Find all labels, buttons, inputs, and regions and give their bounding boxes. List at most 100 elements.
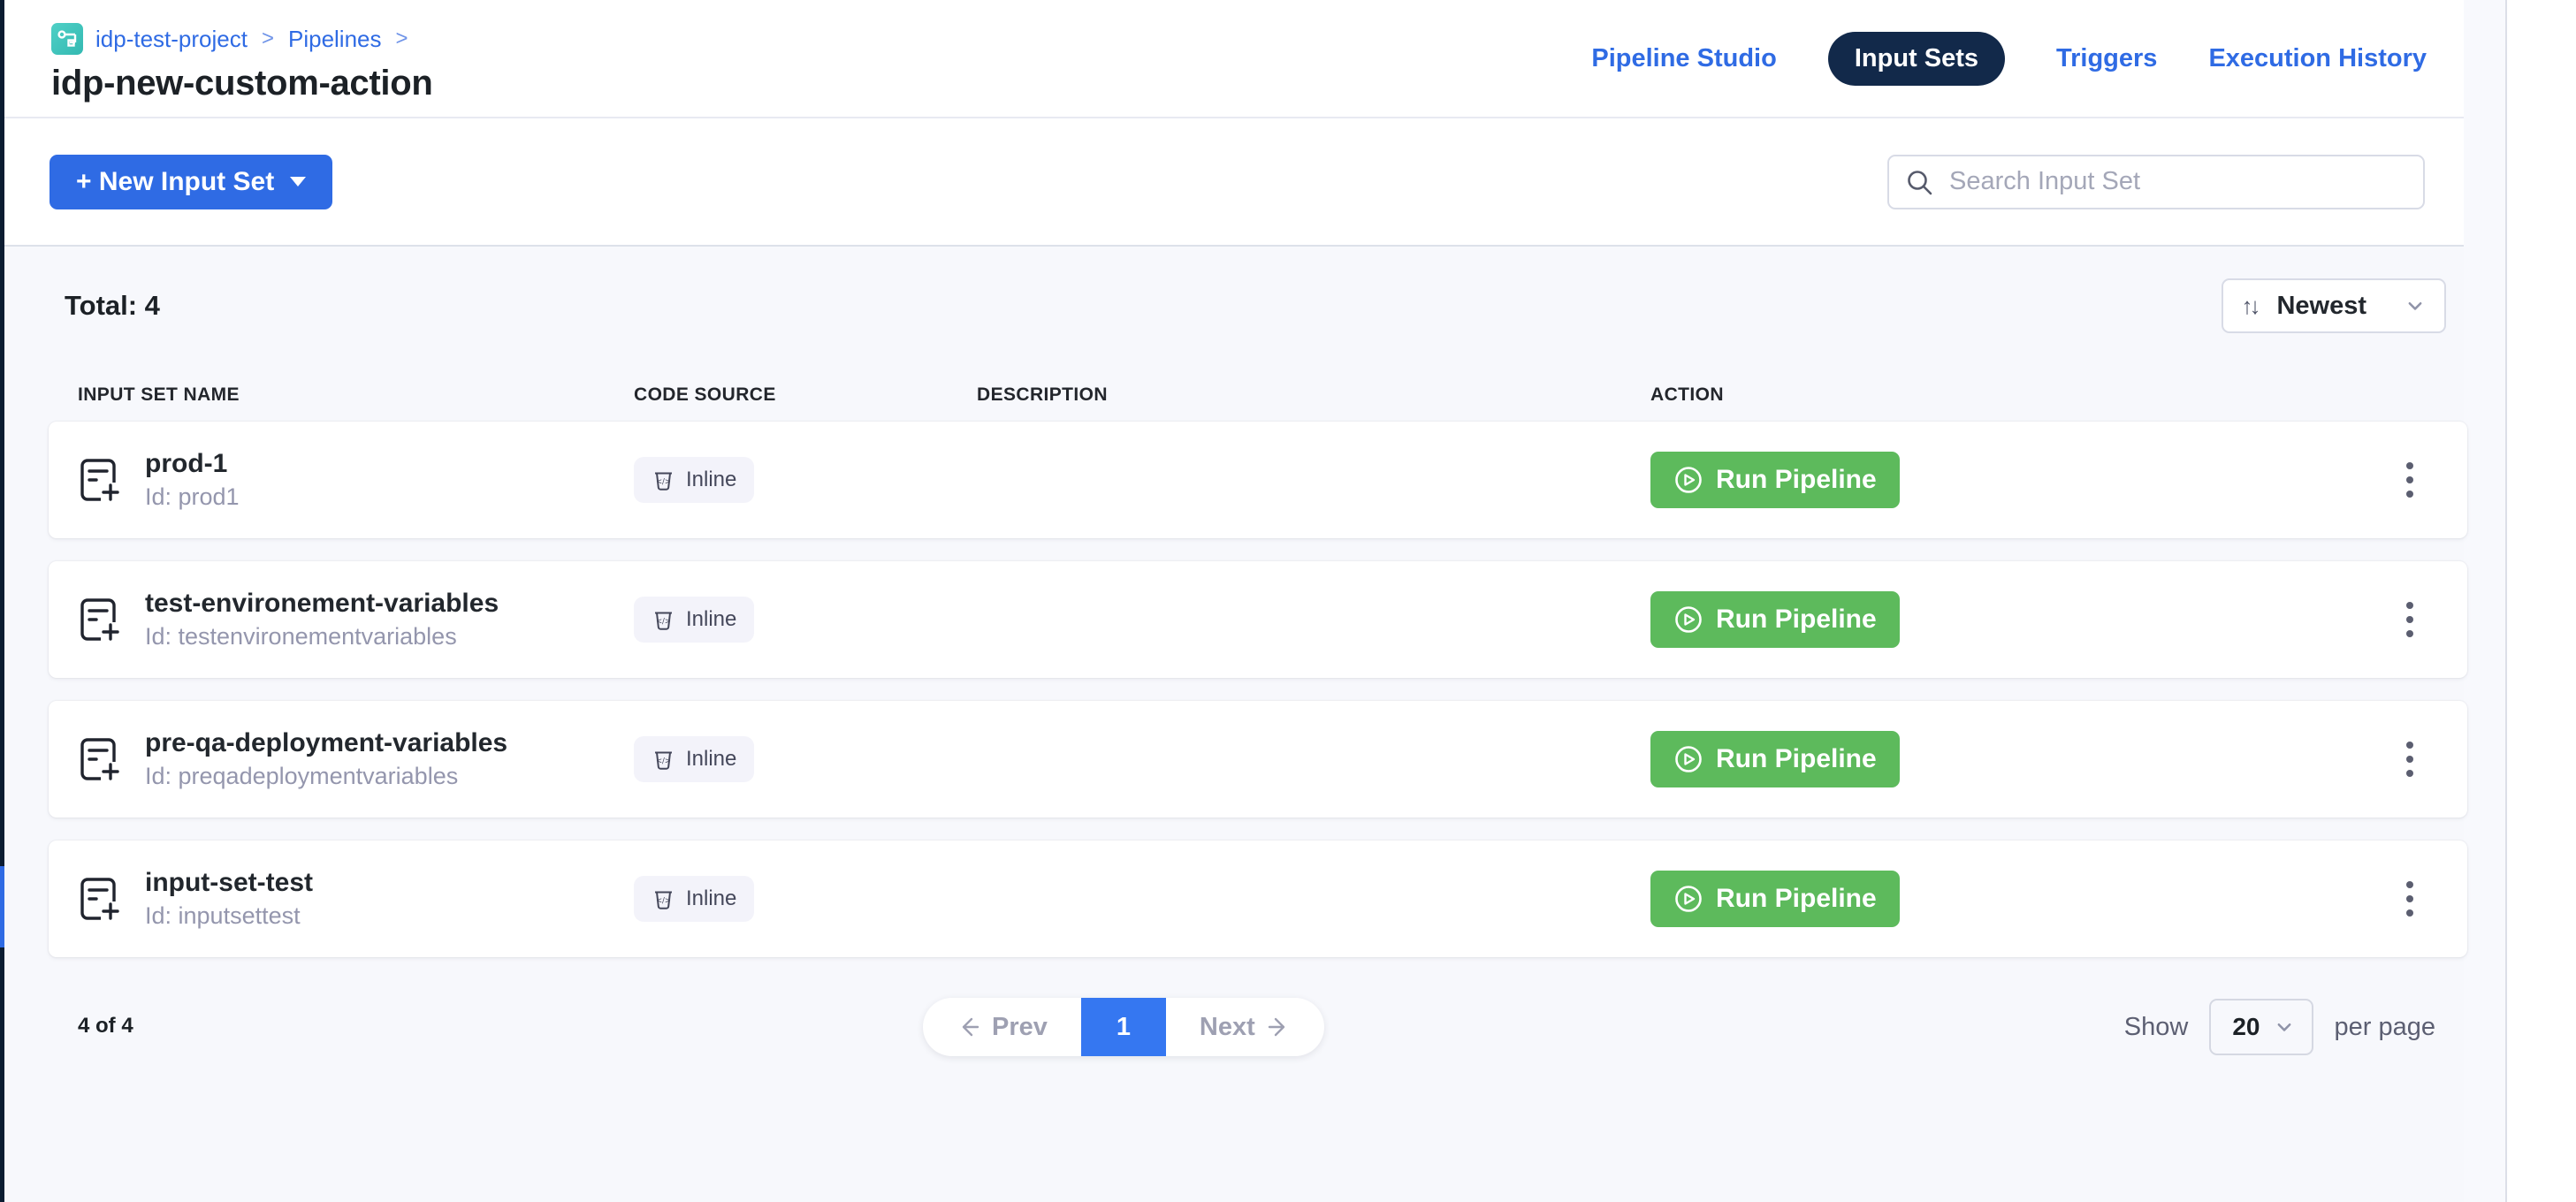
run-pipeline-label: Run Pipeline <box>1716 465 1877 495</box>
pagination-row: 4 of 4 Prev 1 Next <box>4 998 2464 1060</box>
input-set-icon <box>78 456 122 504</box>
input-set-name[interactable]: prod-1 <box>145 449 240 479</box>
next-label: Next <box>1200 1013 1255 1042</box>
code-source-badge: </> Inline <box>634 876 754 922</box>
outside-panel <box>2507 0 2576 1202</box>
code-source-label: Inline <box>686 886 736 911</box>
column-header-input-set-name: INPUT SET NAME <box>78 384 634 406</box>
run-pipeline-label: Run Pipeline <box>1716 884 1877 914</box>
arrow-left-icon <box>956 1016 979 1038</box>
caret-down-icon <box>290 177 306 186</box>
toolbar: + New Input Set <box>4 118 2464 247</box>
code-source-badge: </> Inline <box>634 457 754 503</box>
total-count: Total: 4 <box>65 290 160 322</box>
input-set-row[interactable]: prod-1 Id: prod1 </> Inline <box>49 422 2467 538</box>
input-set-row[interactable]: pre-qa-deployment-variables Id: preqadep… <box>49 701 2467 818</box>
inline-store-icon: </> <box>652 608 675 632</box>
next-page-button[interactable]: Next <box>1166 998 1324 1056</box>
code-source-label: Inline <box>686 607 736 632</box>
scroll-gutter[interactable] <box>2464 0 2507 1202</box>
kebab-menu-icon[interactable] <box>2379 453 2441 506</box>
page-size-dropdown[interactable]: 20 <box>2209 999 2313 1055</box>
tab-triggers[interactable]: Triggers <box>2056 44 2157 73</box>
tab-pipeline-studio[interactable]: Pipeline Studio <box>1591 44 1776 73</box>
chevron-down-icon <box>2275 1017 2294 1037</box>
name-stack: pre-qa-deployment-variables Id: preqadep… <box>145 728 507 790</box>
new-input-set-label: + New Input Set <box>76 167 274 197</box>
pagination-count: 4 of 4 <box>78 1014 133 1038</box>
pipeline-brand-icon <box>51 23 83 55</box>
run-pipeline-button[interactable]: Run Pipeline <box>1650 452 1900 508</box>
name-stack: prod-1 Id: prod1 <box>145 449 240 511</box>
new-input-set-button[interactable]: + New Input Set <box>50 155 332 209</box>
kebab-menu-icon[interactable] <box>2379 872 2441 925</box>
input-sets-list-area: Total: 4 ↑↓ Newest INPUT SET NAME CODE S… <box>4 247 2464 1202</box>
play-circle-icon <box>1673 744 1703 774</box>
svg-text:</>: </> <box>656 757 671 765</box>
prev-label: Prev <box>992 1013 1048 1042</box>
input-set-name[interactable]: pre-qa-deployment-variables <box>145 728 507 758</box>
search-icon <box>1905 168 1935 198</box>
code-source-badge: </> Inline <box>634 736 754 782</box>
input-set-row[interactable]: input-set-test Id: inputsettest </> Inli… <box>49 841 2467 957</box>
page-title: idp-new-custom-action <box>51 64 432 103</box>
svg-text:</>: </> <box>656 896 671 905</box>
breadcrumb: idp-test-project > Pipelines > <box>51 23 432 55</box>
play-circle-icon <box>1673 605 1703 635</box>
inline-store-icon: </> <box>652 468 675 492</box>
name-stack: test-environement-variables Id: testenvi… <box>145 589 499 650</box>
prev-page-button[interactable]: Prev <box>923 998 1081 1056</box>
page-1-button[interactable]: 1 <box>1081 998 1166 1056</box>
search-wrap <box>1887 155 2425 209</box>
input-set-name[interactable]: input-set-test <box>145 868 313 898</box>
column-header-action: ACTION <box>1650 384 2379 406</box>
app-root: idp-test-project > Pipelines > idp-new-c… <box>0 0 2576 1202</box>
svg-text:</>: </> <box>656 617 671 626</box>
input-set-name[interactable]: test-environement-variables <box>145 589 499 619</box>
sort-dropdown[interactable]: ↑↓ Newest <box>2222 278 2446 333</box>
code-source-label: Inline <box>686 747 736 772</box>
inline-store-icon: </> <box>652 887 675 911</box>
list-head: Total: 4 ↑↓ Newest <box>65 278 2446 333</box>
code-source-cell: </> Inline <box>634 876 977 922</box>
code-source-cell: </> Inline <box>634 736 977 782</box>
input-set-row[interactable]: test-environement-variables Id: testenvi… <box>49 561 2467 678</box>
arrow-right-icon <box>1268 1016 1291 1038</box>
kebab-menu-icon[interactable] <box>2379 733 2441 786</box>
breadcrumb-separator: > <box>394 27 410 51</box>
input-set-name-cell: prod-1 Id: prod1 <box>78 449 634 511</box>
input-set-id: Id: testenvironementvariables <box>145 623 499 650</box>
breadcrumb-separator: > <box>260 27 276 51</box>
column-header-description: DESCRIPTION <box>977 384 1650 406</box>
run-pipeline-button[interactable]: Run Pipeline <box>1650 731 1900 787</box>
pipeline-tabs: Pipeline Studio Input Sets Triggers Exec… <box>1591 0 2464 117</box>
breadcrumb-project-link[interactable]: idp-test-project <box>95 26 248 53</box>
run-pipeline-label: Run Pipeline <box>1716 605 1877 635</box>
per-page-label: per page <box>2335 1013 2436 1042</box>
name-stack: input-set-test Id: inputsettest <box>145 868 313 930</box>
run-pipeline-button[interactable]: Run Pipeline <box>1650 871 1900 927</box>
code-source-cell: </> Inline <box>634 457 977 503</box>
page-header: idp-test-project > Pipelines > idp-new-c… <box>4 0 2464 118</box>
input-set-id: Id: prod1 <box>145 483 240 511</box>
play-circle-icon <box>1673 884 1703 914</box>
input-set-icon <box>78 875 122 923</box>
pager: Prev 1 Next <box>923 998 1324 1056</box>
run-pipeline-label: Run Pipeline <box>1716 744 1877 774</box>
kebab-menu-icon[interactable] <box>2379 593 2441 646</box>
input-set-id: Id: preqadeploymentvariables <box>145 763 507 790</box>
tab-input-sets-active[interactable]: Input Sets <box>1828 32 2005 86</box>
input-set-icon <box>78 596 122 643</box>
run-pipeline-button[interactable]: Run Pipeline <box>1650 591 1900 648</box>
search-input[interactable] <box>1887 155 2425 209</box>
tab-execution-history[interactable]: Execution History <box>2208 44 2427 73</box>
svg-text:</>: </> <box>656 477 671 486</box>
table-column-headers: INPUT SET NAME CODE SOURCE DESCRIPTION A… <box>49 384 2467 406</box>
main-content: idp-test-project > Pipelines > idp-new-c… <box>4 0 2464 1202</box>
play-circle-icon <box>1673 465 1703 495</box>
input-set-name-cell: pre-qa-deployment-variables Id: preqadep… <box>78 728 634 790</box>
code-source-badge: </> Inline <box>634 597 754 643</box>
sort-arrows-icon: ↑↓ <box>2241 293 2260 320</box>
page-size-value: 20 <box>2232 1013 2260 1041</box>
breadcrumb-pipelines-link[interactable]: Pipelines <box>288 26 382 53</box>
